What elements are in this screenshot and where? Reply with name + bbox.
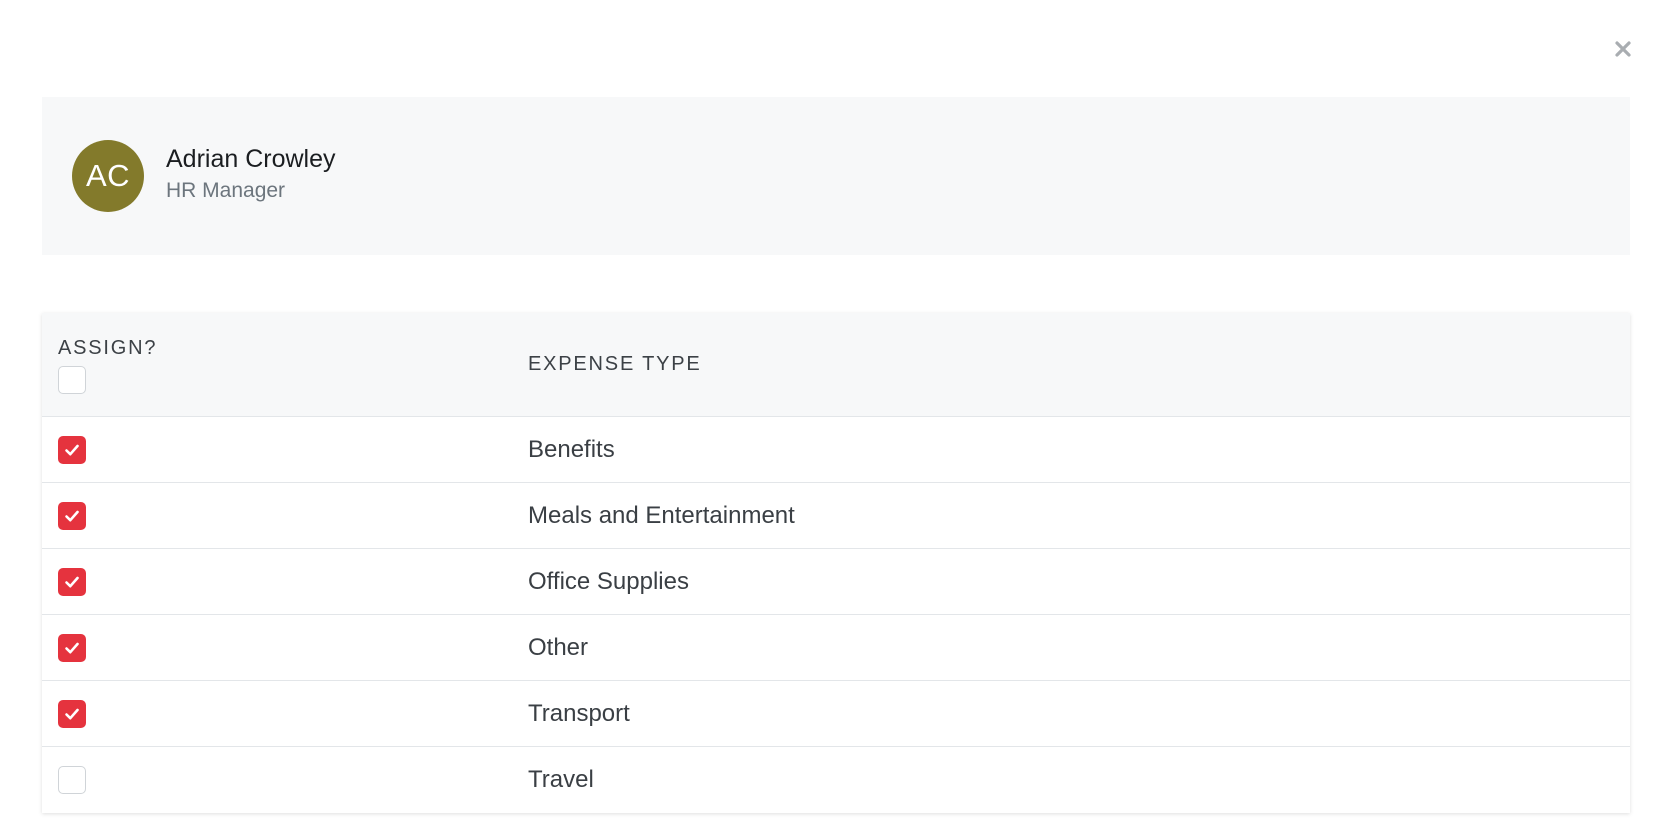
- employee-profile-card: AC Adrian Crowley HR Manager: [42, 97, 1630, 255]
- table-row: Meals and Entertainment: [42, 483, 1630, 549]
- employee-name: Adrian Crowley: [166, 145, 336, 173]
- checkmark-icon: [65, 444, 79, 456]
- avatar-initials: AC: [85, 158, 131, 193]
- expense-type-label: Transport: [528, 699, 630, 727]
- close-icon: [1615, 41, 1631, 57]
- table-row: Other: [42, 615, 1630, 681]
- close-button[interactable]: [1610, 36, 1636, 62]
- assign-checkbox[interactable]: [58, 436, 86, 464]
- expense-type-label: Benefits: [528, 435, 615, 463]
- expense-types-table: ASSIGN? EXPENSE TYPE Benefits Meals and E…: [42, 313, 1630, 813]
- checkmark-icon: [65, 708, 79, 720]
- select-all-checkbox[interactable]: [58, 366, 86, 394]
- assign-checkbox[interactable]: [58, 568, 86, 596]
- expense-type-label: Meals and Entertainment: [528, 501, 795, 529]
- checkmark-icon: [65, 576, 79, 588]
- checkmark-icon: [65, 642, 79, 654]
- expense-type-label: Other: [528, 633, 589, 661]
- table-header: ASSIGN? EXPENSE TYPE: [42, 313, 1630, 417]
- assign-column-header: ASSIGN?: [58, 337, 157, 394]
- table-row: Benefits: [42, 417, 1630, 483]
- avatar: AC: [72, 140, 144, 212]
- assign-checkbox[interactable]: [58, 766, 86, 794]
- assign-column-label: ASSIGN?: [58, 337, 158, 359]
- assign-checkbox[interactable]: [58, 634, 86, 662]
- expense-type-label: Office Supplies: [528, 567, 689, 595]
- table-row: Transport: [42, 681, 1630, 747]
- employee-role: HR Manager: [166, 179, 286, 202]
- expense-type-label: Travel: [528, 766, 594, 793]
- profile-info: Adrian Crowley HR Manager: [166, 143, 336, 205]
- checkmark-icon: [65, 510, 79, 522]
- assign-checkbox[interactable]: [58, 700, 86, 728]
- table-row: Office Supplies: [42, 549, 1630, 615]
- table-body: Benefits Meals and Entertainment Office Su…: [42, 417, 1630, 813]
- table-row: Travel: [42, 747, 1630, 813]
- assign-checkbox[interactable]: [58, 502, 86, 530]
- assign-expense-types-dialog: AC Adrian Crowley HR Manager ASSIGN? EXP…: [0, 0, 1666, 833]
- expense-type-column-header: EXPENSE TYPE: [528, 353, 702, 375]
